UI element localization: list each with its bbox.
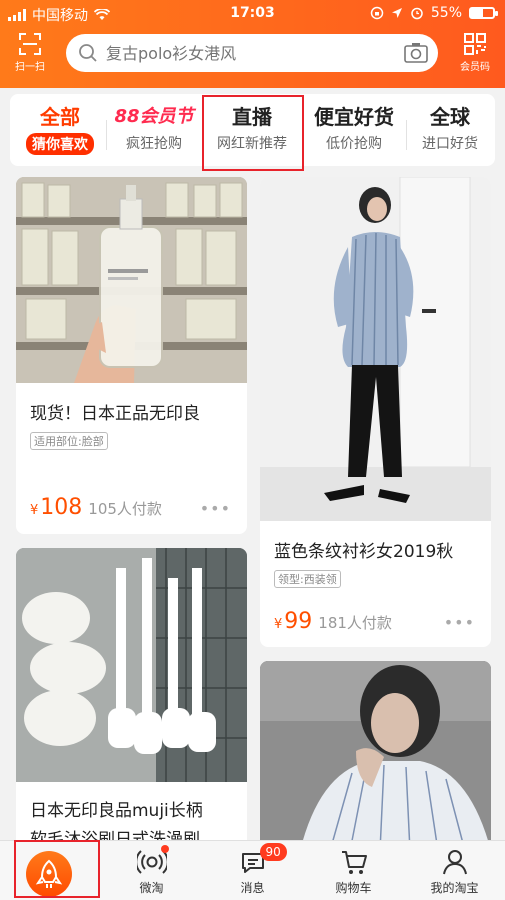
product-image-bath-brush[interactable]: [16, 548, 247, 782]
scan-icon: [19, 33, 41, 55]
tab-divider: [406, 120, 407, 150]
tab-subtitle: 疯狂抢购: [126, 136, 182, 152]
scan-label: 扫一扫: [15, 62, 45, 73]
rotation-lock-icon: [370, 6, 384, 20]
tab-divider: [106, 120, 107, 150]
member-code-label: 会员码: [460, 62, 490, 73]
product-photo: [260, 177, 491, 521]
tab-my-taobao[interactable]: 我的淘宝: [404, 841, 505, 900]
tab-global[interactable]: 全球 进口好货: [408, 104, 492, 158]
product-image-white-shirt[interactable]: [260, 661, 491, 851]
highlight-box-live-tab: [202, 95, 304, 171]
product-title: 现货！日本正品无印良: [30, 404, 200, 424]
messages-badge: 90: [259, 843, 287, 861]
product-image-muji-bottle[interactable]: [16, 177, 247, 383]
tab-subtitle: 进口好货: [422, 136, 478, 152]
header-bar: 中国移动 17:03 55% 扫一扫 复古polo衫女港风 会员码: [0, 0, 505, 88]
my-taobao-label: 我的淘宝: [430, 881, 479, 895]
tab-cart[interactable]: 购物车: [303, 841, 404, 900]
tab-88-member-festival[interactable]: 88会员节 疯狂抢购: [108, 104, 200, 158]
cart-label: 购物车: [335, 881, 372, 895]
cart-icon: [341, 851, 367, 874]
status-bar: 中国移动 17:03 55%: [0, 0, 505, 28]
sold-count: 181人付款: [318, 614, 392, 632]
member-code-button[interactable]: 会员码: [453, 32, 497, 76]
tab-weitao[interactable]: 微淘: [101, 841, 202, 900]
notification-dot: [160, 845, 169, 853]
price-row: ¥ 99 181人付款: [274, 609, 392, 634]
highlight-box-home-tab: [14, 840, 100, 898]
product-tag: 适用部位:脸部: [30, 432, 108, 450]
product-title: 蓝色条纹衬衫女2019秋: [274, 542, 454, 562]
tab-title: 便宜好货: [314, 105, 394, 129]
user-icon: [442, 850, 467, 875]
product-photo: [16, 177, 247, 383]
product-price: 108: [40, 495, 83, 520]
product-image-striped-shirt[interactable]: [260, 177, 491, 521]
search-input[interactable]: [106, 43, 376, 63]
more-options-icon[interactable]: •••: [200, 499, 231, 518]
tab-title: 全球: [430, 105, 470, 129]
search-bar[interactable]: [66, 34, 438, 72]
alarm-icon: [411, 7, 423, 20]
product-title: 日本无印良品muji长柄: [30, 801, 203, 821]
tab-all[interactable]: 全部 猜你喜欢: [16, 104, 104, 158]
product-price: 99: [284, 609, 313, 634]
member-code-icon: [464, 33, 486, 55]
product-card[interactable]: 现货！日本正品无印良 适用部位:脸部 ¥ 108 105人付款 •••: [16, 177, 247, 534]
product-card[interactable]: [260, 661, 491, 851]
location-icon: [391, 8, 402, 18]
price-currency: ¥: [274, 617, 283, 632]
scan-button[interactable]: 扫一扫: [8, 32, 52, 76]
tab-messages[interactable]: 90 消息: [202, 841, 303, 900]
battery-percent: 55%: [430, 5, 462, 21]
sold-count: 105人付款: [88, 500, 162, 518]
price-currency: ¥: [30, 503, 39, 518]
product-card[interactable]: 日本无印良品muji长柄 软毛沐浴刷日式洗澡刷: [16, 548, 247, 848]
tab-title: 全部: [40, 105, 80, 129]
price-row: ¥ 108 105人付款: [30, 495, 162, 520]
battery-icon: [469, 7, 498, 19]
more-options-icon[interactable]: •••: [444, 613, 475, 632]
product-photo: [16, 548, 247, 782]
camera-search-icon[interactable]: [404, 42, 428, 64]
weitao-label: 微淘: [139, 881, 164, 895]
tab-subtitle: 猜你喜欢: [26, 133, 94, 155]
search-icon: [79, 44, 97, 62]
messages-label: 消息: [240, 881, 265, 895]
tab-bargains[interactable]: 便宜好货 低价抢购: [304, 104, 404, 158]
tab-title: 88会员节: [114, 106, 194, 127]
product-tag: 领型:西装领: [274, 570, 341, 588]
product-card[interactable]: 蓝色条纹衬衫女2019秋 领型:西装领 ¥ 99 181人付款 •••: [260, 177, 491, 647]
tab-subtitle: 低价抢购: [326, 136, 382, 152]
product-photo: [260, 661, 491, 851]
